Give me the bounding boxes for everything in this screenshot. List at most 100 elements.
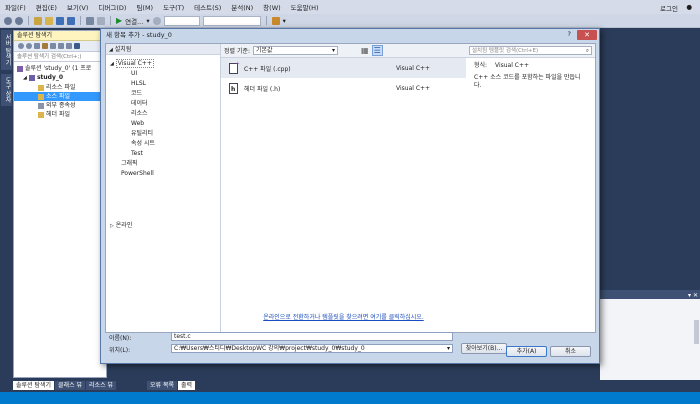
cpp-file-icon: + xyxy=(229,61,240,74)
run-label[interactable]: 연결... xyxy=(125,16,143,26)
category-ui[interactable]: UI xyxy=(106,69,220,79)
tree-item-header-files[interactable]: 헤더 파일 xyxy=(14,110,106,119)
cancel-button[interactable]: 취소 xyxy=(550,346,591,357)
browse-button[interactable]: 찾아보기(B)... xyxy=(461,343,507,354)
category-graphics[interactable]: 그래픽 xyxy=(106,159,220,169)
dialog-help-button[interactable]: ? xyxy=(568,30,571,38)
template-header-file[interactable]: h 헤더 파일 (.h) Visual C++ xyxy=(221,78,466,98)
category-code[interactable]: 코드 xyxy=(106,89,220,99)
status-bar xyxy=(0,392,700,404)
category-visual-cpp[interactable]: ◢ Visual C++ xyxy=(106,59,220,69)
tree-item-project[interactable]: ◢ study_0 xyxy=(14,73,106,83)
tree-item-source-files[interactable]: 소스 파일 xyxy=(14,92,106,101)
tab-error-list[interactable]: 오류 목록 xyxy=(147,381,177,390)
run-dropdown-icon[interactable]: ▾ xyxy=(146,17,149,25)
category-data[interactable]: 데이터 xyxy=(106,99,220,109)
menu-file[interactable]: 파일(F) xyxy=(0,2,31,12)
redo-icon[interactable] xyxy=(97,16,105,25)
project-icon xyxy=(28,74,35,81)
find-icon[interactable] xyxy=(271,16,280,25)
server-explorer-tab[interactable]: 서버 탐색기 xyxy=(1,30,12,70)
menu-window[interactable]: 창(W) xyxy=(258,2,285,12)
list-view-icon[interactable]: ☰ xyxy=(371,45,383,56)
menu-edit[interactable]: 편집(E) xyxy=(31,2,62,12)
expand-arrow-icon[interactable]: ▷ xyxy=(110,223,114,229)
back-icon[interactable] xyxy=(18,43,24,49)
menu-help[interactable]: 도움말(H) xyxy=(286,2,324,12)
template-pane: 정렬 기준: 기본값 ▾ ▦ ☰ + C++ 파일 (.cpp) Visual … xyxy=(221,44,466,332)
collapse-arrow-icon: ◢ xyxy=(109,47,113,53)
undo-icon[interactable] xyxy=(86,16,94,25)
save-icon[interactable] xyxy=(56,16,64,25)
tab-class-view[interactable]: 클래스 뷰 xyxy=(55,381,86,390)
category-powershell[interactable]: PowerShell xyxy=(106,169,220,179)
menu-debug[interactable]: 디버그(D) xyxy=(93,2,131,12)
tree-item-resource-files[interactable]: 리소스 파일 xyxy=(14,83,106,92)
forward-icon[interactable] xyxy=(15,16,23,25)
category-hlsl[interactable]: HLSL xyxy=(106,79,220,89)
dialog-close-button[interactable]: ✕ xyxy=(577,30,597,40)
config-dropdown[interactable] xyxy=(163,15,200,26)
pin-icon[interactable] xyxy=(74,43,80,49)
category-property-sheet[interactable]: 속성 시트 xyxy=(106,139,220,149)
installed-header[interactable]: ◢ 설치됨 xyxy=(106,44,220,55)
menu-view[interactable]: 보기(V) xyxy=(62,2,93,12)
dependency-icon xyxy=(38,102,44,109)
tab-solution-explorer[interactable]: 솔루션 탐색기 xyxy=(13,381,55,390)
location-input[interactable]: C:₩Users₩스티디₩DesktopWC 강의₩project₩study_… xyxy=(171,344,453,353)
category-test[interactable]: Test xyxy=(106,149,220,159)
search-icon[interactable]: ⌕ xyxy=(586,47,589,55)
category-utility[interactable]: 유틸리티 xyxy=(106,129,220,139)
back-icon[interactable] xyxy=(4,16,12,25)
tab-resource-view[interactable]: 리소스 뷰 xyxy=(86,381,117,390)
new-project-icon[interactable] xyxy=(34,16,42,25)
tree-item-solution[interactable]: 솔루션 'study_0' (1 프로 xyxy=(14,64,106,73)
login-link[interactable]: 로그인 xyxy=(660,3,678,13)
menu-tools[interactable]: 도구(T) xyxy=(158,2,189,12)
menu-bar: 파일(F) 편집(E) 보기(V) 디버그(D) 팀(M) 도구(T) 테스트(… xyxy=(0,0,700,14)
online-section[interactable]: ▷ 온라인 xyxy=(110,221,132,231)
info-description: C++ 소스 코드를 포함하는 파일을 만듭니다. xyxy=(474,74,581,89)
collapse-arrow-icon[interactable]: ◢ xyxy=(110,61,114,67)
category-resource[interactable]: 리소스 xyxy=(106,109,220,119)
sort-bar: 정렬 기준: 기본값 ▾ ▦ ☰ xyxy=(221,44,466,58)
refresh-icon[interactable] xyxy=(50,43,56,49)
folder-icon xyxy=(38,111,44,118)
collapse-arrow-icon[interactable]: ◢ xyxy=(23,75,27,81)
location-label: 위치(L): xyxy=(109,347,131,354)
add-button[interactable]: 추가(A) xyxy=(506,346,547,357)
sync-icon[interactable] xyxy=(42,43,48,49)
collapse-icon[interactable] xyxy=(58,43,64,49)
name-input[interactable]: test.c xyxy=(171,332,453,341)
template-cpp-file[interactable]: + C++ 파일 (.cpp) Visual C++ xyxy=(221,58,466,78)
scrollbar[interactable] xyxy=(694,320,699,344)
sort-dropdown[interactable]: 기본값 ▾ xyxy=(253,46,339,55)
folder-icon xyxy=(38,84,44,91)
panel-close-icon[interactable]: ▾ ✕ xyxy=(688,292,698,299)
menu-test[interactable]: 테스트(S) xyxy=(189,2,226,12)
attach-icon[interactable] xyxy=(152,16,161,25)
online-templates-link[interactable]: 온라인으로 전환하거나 템플릿을 찾으려면 여기를 클릭하십시오. xyxy=(221,312,466,321)
menu-analyze[interactable]: 분석(N) xyxy=(226,2,258,12)
medium-icons-view-icon[interactable]: ▦ xyxy=(361,46,369,55)
location-chevron-down-icon[interactable]: ▾ xyxy=(447,345,450,352)
forward-icon[interactable] xyxy=(26,43,32,49)
user-icon[interactable]: ● xyxy=(686,3,692,11)
platform-dropdown[interactable] xyxy=(202,15,261,26)
tab-output[interactable]: 출력 xyxy=(178,381,196,390)
menu-team[interactable]: 팀(M) xyxy=(131,2,158,12)
toolbox-tab[interactable]: 도구 상자 xyxy=(1,74,12,106)
home-icon[interactable] xyxy=(34,43,40,49)
chevron-down-icon: ▾ xyxy=(332,47,336,54)
template-search-input[interactable]: 설치됨 템플릿 검색(Ctrl+E) ⌕ xyxy=(469,46,592,55)
open-folder-icon[interactable] xyxy=(45,16,53,25)
category-web[interactable]: Web xyxy=(106,119,220,129)
info-type-value: Visual C++ xyxy=(494,62,530,69)
tree-item-external-deps[interactable]: 외부 종속성 xyxy=(14,101,106,110)
solution-search-input[interactable]: 솔루션 탐색기 검색(Ctrl+;) xyxy=(14,52,106,62)
play-icon[interactable]: ▶ xyxy=(116,16,122,25)
output-panel-header xyxy=(600,290,700,299)
toolbar-more-icon[interactable]: ▾ xyxy=(283,17,286,25)
properties-icon[interactable] xyxy=(66,43,72,49)
save-all-icon[interactable] xyxy=(67,16,75,25)
